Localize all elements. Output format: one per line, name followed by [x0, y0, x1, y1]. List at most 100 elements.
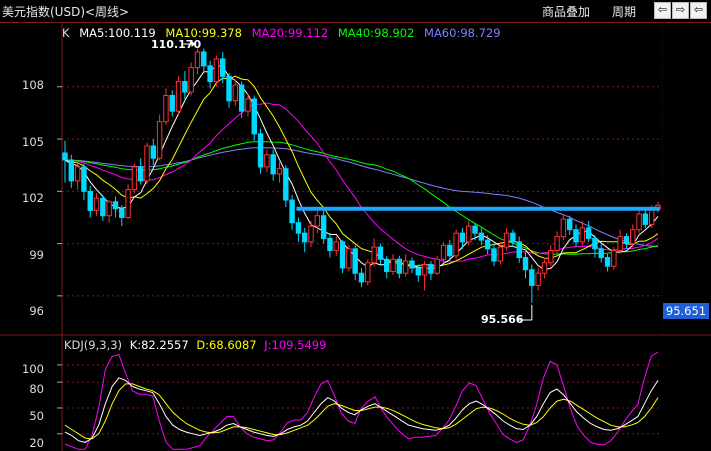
candle-down [270, 154, 276, 175]
candle-down [384, 258, 390, 272]
candle-down [642, 213, 649, 225]
kdj-k-line [64, 377, 659, 443]
y-tick-96: 96 [29, 304, 44, 318]
candle-down [592, 237, 598, 250]
candle-up [636, 213, 642, 231]
candle-down [207, 65, 213, 83]
candle-up [541, 262, 548, 274]
high-annotation: 110.170 [151, 38, 202, 51]
candle-down [573, 229, 579, 243]
ma5-line [64, 64, 659, 271]
candle-up [390, 258, 396, 272]
candle-down [409, 260, 415, 269]
candle-up [648, 208, 655, 225]
candle-down [119, 208, 125, 218]
candle-up [125, 189, 131, 218]
candle-up [276, 168, 283, 175]
low-annotation: 95.566 [481, 313, 524, 326]
candle-up [194, 51, 201, 69]
candle-down [289, 199, 295, 224]
candle-down [478, 232, 485, 241]
candle-down [598, 248, 604, 259]
chart-canvas[interactable] [0, 0, 711, 451]
kdj-tick-20: 20 [29, 436, 44, 450]
candle-down [339, 241, 346, 269]
ma40-value: MA40:98.902 [337, 26, 415, 40]
candle-up [503, 232, 510, 248]
candle-up [93, 197, 100, 211]
candle-down [257, 133, 264, 168]
ma20-value: MA20:99.112 [251, 26, 329, 40]
ma10-line [64, 75, 659, 267]
candle-down [238, 84, 245, 112]
candle-up [213, 58, 220, 83]
candle-down [251, 98, 257, 135]
candle-down [62, 152, 68, 161]
candle-down [510, 232, 516, 243]
candle-down [491, 248, 497, 262]
candle-down [327, 237, 333, 252]
y-tick-108: 108 [22, 78, 44, 92]
candle-up [535, 272, 541, 286]
candle-up [453, 232, 459, 257]
candle-down [358, 272, 365, 283]
candle-down [428, 264, 434, 274]
candle-up [497, 246, 503, 262]
candle-down [201, 51, 207, 67]
candle-down [87, 190, 93, 211]
candle-down [585, 227, 592, 239]
kdj-d-value: D:68.6087 [196, 338, 257, 352]
candle-up [232, 84, 239, 102]
candle-up [371, 246, 377, 264]
candle-up [548, 250, 554, 264]
candle-up [421, 264, 428, 276]
y-tick-105: 105 [22, 135, 44, 149]
candle-up [163, 94, 169, 123]
indicator-prefix: K [62, 26, 70, 40]
candle-down [459, 232, 466, 243]
candle-down [100, 197, 106, 217]
candle-down [447, 244, 453, 257]
candle-down [81, 166, 87, 192]
candle-down [137, 166, 144, 182]
candle-up [440, 244, 447, 260]
candle-down [283, 168, 289, 201]
candle-down [220, 58, 226, 77]
candle-down [226, 75, 232, 102]
candle-up [466, 225, 472, 243]
candle-up [308, 225, 314, 243]
candle-up [74, 166, 81, 182]
candle-up [346, 248, 352, 269]
ma5-value: MA5:100.119 [79, 26, 156, 40]
y-tick-99: 99 [29, 248, 44, 262]
candle-down [352, 248, 358, 274]
candle-down [472, 225, 478, 234]
kdj-tick-50: 50 [29, 409, 44, 423]
candle-up [314, 215, 321, 227]
ma20-line [64, 102, 659, 263]
candle-down [112, 201, 119, 210]
candle-down [529, 269, 535, 286]
candle-down [182, 81, 188, 93]
candle-up [156, 121, 163, 159]
candle-up [106, 201, 112, 217]
ma-indicator-line: K MA5:100.119 MA10:99.378 MA20:99.112 MA… [62, 26, 507, 40]
kdj-j-value: J:109.5499 [264, 338, 327, 352]
candle-up [402, 260, 409, 274]
candle-up [333, 241, 339, 252]
last-price-badge: 95.651 [663, 303, 709, 319]
kdj-tick-100: 100 [22, 362, 44, 376]
candle-down [623, 236, 630, 245]
candle-up [434, 258, 440, 274]
candle-up [579, 227, 586, 243]
y-tick-102: 102 [22, 191, 44, 205]
candle-down [302, 232, 308, 243]
ma60-value: MA60:98.729 [424, 26, 501, 40]
candle-up [245, 98, 251, 112]
candle-up [175, 81, 182, 112]
candle-up [611, 250, 617, 267]
candle-down [150, 145, 157, 159]
candle-up [188, 67, 194, 93]
candle-down [320, 215, 327, 239]
candle-down [377, 246, 384, 260]
